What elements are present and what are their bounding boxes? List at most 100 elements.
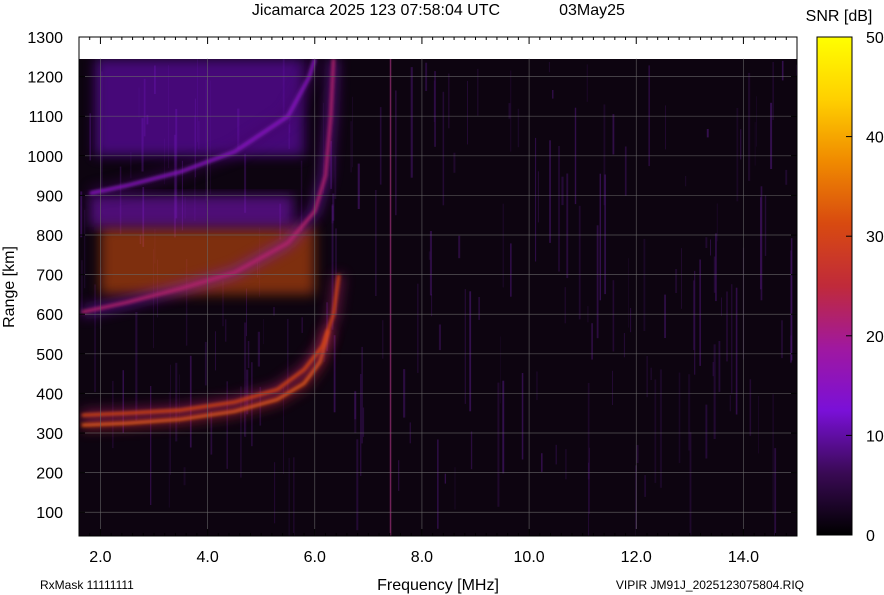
noise-streak bbox=[558, 146, 560, 272]
noise-streak bbox=[770, 102, 773, 169]
noise-streak bbox=[510, 70, 512, 152]
date-label: 03May25 bbox=[559, 2, 625, 19]
noise-streak bbox=[731, 284, 733, 394]
noise-streak bbox=[333, 335, 336, 413]
x-tick-labels: 2.0 4.0 6.0 8.0 10.0 12.0 14.0 bbox=[89, 549, 759, 566]
noise-streak bbox=[183, 467, 186, 486]
noise-streak bbox=[334, 155, 337, 199]
noise-streak bbox=[678, 372, 681, 463]
noise-streak bbox=[681, 248, 682, 309]
noise-streak bbox=[398, 460, 400, 491]
noise-streak bbox=[555, 444, 557, 465]
x-tick-label: 2.0 bbox=[89, 549, 111, 566]
noise-streak bbox=[274, 462, 276, 524]
noise-streak bbox=[561, 176, 564, 206]
noise-streak bbox=[80, 191, 83, 238]
y-tick-label: 500 bbox=[36, 347, 63, 364]
x-tick-label: 8.0 bbox=[411, 549, 433, 566]
colorbar-tick-label: 30 bbox=[866, 229, 884, 246]
noise-streak bbox=[541, 453, 543, 472]
noise-streak bbox=[356, 439, 359, 531]
y-tick-label: 1100 bbox=[29, 109, 64, 126]
noise-streak bbox=[706, 129, 709, 138]
noise-streak bbox=[735, 287, 738, 415]
noise-streak bbox=[215, 331, 216, 371]
noise-streak bbox=[588, 447, 590, 514]
x-tick-label: 6.0 bbox=[304, 549, 326, 566]
interference-line bbox=[389, 59, 392, 536]
noise-streak bbox=[764, 195, 767, 256]
noise-streak bbox=[781, 60, 784, 81]
noise-streak bbox=[721, 297, 722, 316]
noise-streak bbox=[552, 90, 554, 99]
noise-streak bbox=[301, 317, 303, 333]
noise-streak bbox=[713, 344, 716, 439]
noise-streak bbox=[204, 341, 207, 386]
noise-streak bbox=[354, 392, 357, 433]
noise-streak bbox=[781, 320, 783, 359]
noise-streak bbox=[478, 297, 480, 320]
y-tick-label: 1200 bbox=[27, 70, 63, 87]
x-tick-label: 10.0 bbox=[514, 549, 545, 566]
noise-streak bbox=[470, 431, 473, 470]
noise-streak bbox=[664, 294, 666, 338]
noise-streak bbox=[565, 449, 567, 480]
noise-streak bbox=[293, 457, 295, 536]
noise-streak bbox=[729, 395, 731, 412]
noise-streak bbox=[772, 62, 774, 120]
noise-streak bbox=[89, 113, 91, 161]
y-tick-label: 700 bbox=[36, 268, 63, 285]
noise-streak bbox=[536, 371, 538, 401]
noise-streak bbox=[564, 287, 566, 324]
noise-streak bbox=[434, 71, 436, 147]
noise-streak bbox=[693, 280, 695, 351]
x-axis-label: Frequency [MHz] bbox=[377, 577, 499, 594]
noise-streak bbox=[665, 105, 666, 150]
noise-streak bbox=[395, 90, 397, 216]
noise-streak bbox=[537, 171, 539, 223]
y-tick-label: 600 bbox=[36, 307, 63, 324]
noise-streak bbox=[578, 205, 581, 320]
noise-streak bbox=[644, 475, 646, 497]
colorbar-tick-label: 0 bbox=[866, 528, 875, 545]
noise-streak bbox=[760, 197, 762, 290]
noise-streak bbox=[517, 108, 520, 148]
noise-streak bbox=[357, 163, 360, 209]
noise-streak bbox=[467, 80, 468, 145]
y-tick-labels: 100 200 300 400 500 600 700 800 900 1000 1100 1200 1… bbox=[27, 30, 63, 522]
y-tick-label: 200 bbox=[36, 466, 63, 483]
noise-streak bbox=[150, 386, 152, 505]
noise-streak bbox=[375, 190, 377, 296]
noise-streak bbox=[350, 121, 352, 173]
noise-streak bbox=[586, 64, 588, 102]
noise-streak bbox=[636, 445, 639, 463]
chart-title: Jicamarca 2025 123 07:58:04 UTC bbox=[252, 2, 500, 19]
noise-streak bbox=[510, 243, 512, 297]
noise-streak bbox=[382, 320, 384, 359]
noise-streak bbox=[352, 96, 353, 168]
echo-region-2 bbox=[89, 195, 294, 228]
noise-streak bbox=[699, 259, 701, 366]
y-tick-label: 1000 bbox=[27, 149, 63, 166]
noise-streak bbox=[244, 322, 247, 437]
noise-streak bbox=[535, 137, 537, 262]
x-tick-label: 12.0 bbox=[621, 549, 652, 566]
noise-streak bbox=[675, 269, 678, 293]
noise-streak bbox=[710, 239, 711, 256]
noise-streak bbox=[612, 280, 615, 352]
y-tick-label: 400 bbox=[36, 386, 63, 403]
noise-streak bbox=[715, 233, 717, 302]
noise-streak bbox=[599, 173, 601, 301]
noise-streak bbox=[612, 370, 613, 405]
noise-streak bbox=[596, 225, 599, 339]
x-tick-label: 4.0 bbox=[196, 549, 218, 566]
colorbar-tick-label: 40 bbox=[866, 130, 884, 147]
noise-streak bbox=[502, 380, 505, 474]
noise-streak bbox=[754, 122, 756, 166]
noise-streak bbox=[497, 382, 500, 507]
colorbar-tick-label: 50 bbox=[866, 30, 884, 47]
noise-streak bbox=[705, 404, 708, 459]
noise-streak bbox=[454, 467, 456, 510]
noise-streak bbox=[785, 169, 788, 185]
noise-streak bbox=[379, 107, 382, 185]
